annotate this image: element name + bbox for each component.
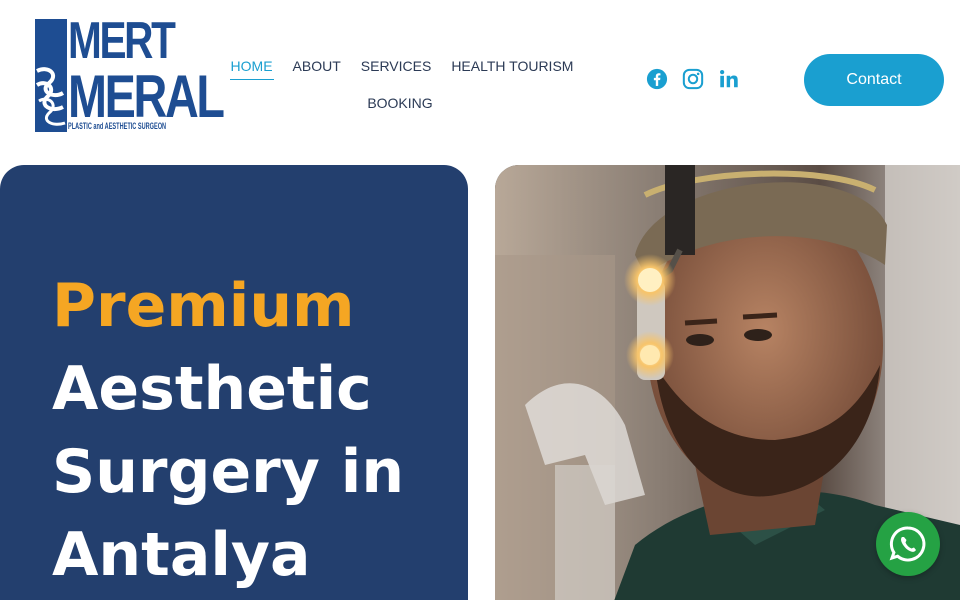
whatsapp-button[interactable] [876,512,940,576]
logo-word-last: MERAL [68,63,225,130]
instagram-icon[interactable] [682,68,704,90]
hero-title: Premium Aesthetic Surgery in Antalya [52,265,462,597]
logo-tagline: PLASTIC and AESTHETIC SURGEON [68,121,167,131]
nav-row-1: HOME ABOUT SERVICES HEALTH TOURISM [222,47,582,84]
hero-title-line-2: Aesthetic [52,354,372,424]
logo-mark-icon [35,19,67,132]
hero-title-accent: Premium [52,271,355,341]
site-header: MERT MERAL PLASTIC and AESTHETIC SURGEON… [0,0,960,165]
main-nav: HOME ABOUT SERVICES HEALTH TOURISM BOOKI… [222,47,582,121]
whatsapp-icon [889,526,926,562]
logo-word-first: MERT [68,12,176,70]
contact-button[interactable]: Contact [804,54,944,106]
logo[interactable]: MERT MERAL PLASTIC and AESTHETIC SURGEON [35,15,225,133]
nav-row-2: BOOKING [222,84,582,121]
social-links [646,68,740,90]
nav-item-health-tourism[interactable]: HEALTH TOURISM [450,58,574,74]
linkedin-icon[interactable] [718,68,740,90]
nav-item-about[interactable]: ABOUT [292,58,342,74]
hero-card: Premium Aesthetic Surgery in Antalya [0,165,468,600]
nav-item-booking[interactable]: BOOKING [366,95,433,111]
nav-item-services[interactable]: SERVICES [360,58,433,74]
hero-title-line-4: Antalya [52,520,311,590]
nav-item-home[interactable]: HOME [229,58,274,80]
facebook-icon[interactable] [646,68,668,90]
hero-title-line-3: Surgery in [52,437,405,507]
